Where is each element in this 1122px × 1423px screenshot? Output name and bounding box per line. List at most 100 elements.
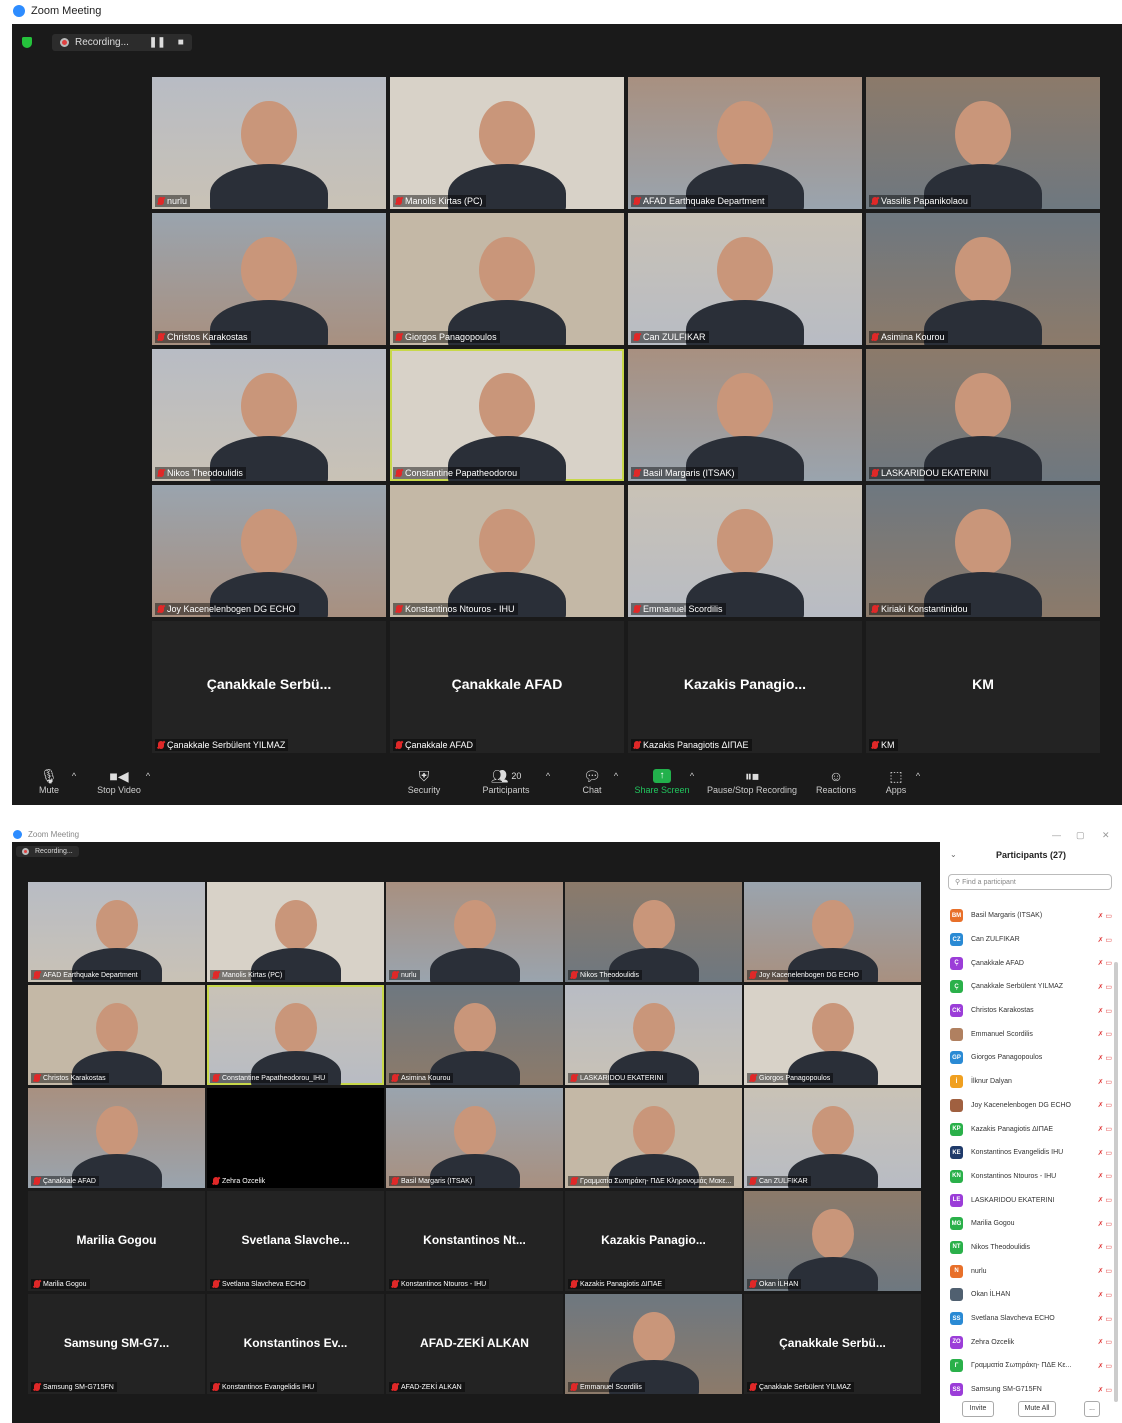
video-tile[interactable]: Nikos Theodoulidis — [152, 349, 386, 481]
video-tile[interactable]: Asimina Kourou — [386, 985, 563, 1085]
security-button[interactable]: ⛨ Security — [404, 767, 444, 796]
more-options-button[interactable]: ... — [1084, 1401, 1100, 1417]
video-tile[interactable]: Kazakis Panagio... Kazakis Panagiotis ΔΙΠ… — [628, 621, 862, 753]
participant-list-item[interactable]: GP Giorgos Panagopoulos ✗ ▭ — [950, 1046, 1112, 1070]
participant-list-item[interactable]: KE Konstantinos Evangelidis IHU ✗ ▭ — [950, 1141, 1112, 1165]
audio-options-chevron-icon[interactable]: ^ — [68, 771, 80, 781]
video-tile[interactable]: Constantine Papatheodorou — [390, 349, 624, 481]
participant-avatar: N — [950, 1264, 963, 1278]
collapse-chevron-icon[interactable]: ⌄ — [950, 850, 957, 859]
participant-list-item[interactable]: CZ Can ZULFIKAR ✗ ▭ — [950, 928, 1112, 952]
participant-list-item[interactable]: Nnurlu ✗ ▭ — [950, 1259, 1112, 1283]
video-tile[interactable]: Svetlana Slavche... Svetlana Slavcheva EC… — [207, 1191, 384, 1291]
participant-list-item[interactable]: CK Christos Karakostas ✗ ▭ — [950, 999, 1112, 1023]
video-tile[interactable]: Konstantinos Ev... Konstantinos Evangelid… — [207, 1294, 384, 1394]
video-tile[interactable]: Christos Karakostas — [28, 985, 205, 1085]
recording-indicator[interactable]: Recording... ❚❚ ■ — [52, 34, 192, 51]
video-tile[interactable]: Çanakkale Serbü... Çanakkale Serbülent YI… — [744, 1294, 921, 1394]
maximize-icon[interactable]: ▢ — [1076, 830, 1085, 841]
video-tile[interactable]: Marilia Gogou Marilia Gogou — [28, 1191, 205, 1291]
video-tile[interactable]: Çanakkale Serbü... Çanakkale Serbülent YI… — [152, 621, 386, 753]
video-tile[interactable]: Zehra Ozcelik — [207, 1088, 384, 1188]
video-tile[interactable]: Konstantinos Ntouros - IHU — [390, 485, 624, 617]
video-tile[interactable]: Constantine Papatheodorou_IHU — [207, 985, 384, 1085]
participant-search-input[interactable]: ⚲ Find a participant — [948, 874, 1112, 890]
video-tile[interactable]: Can ZULFIKAR — [628, 213, 862, 345]
participant-list-name: Γραμματία Σωτηράκη- ΠΔΕ Κε... — [971, 1362, 1072, 1370]
video-tile[interactable]: KM KM — [866, 621, 1100, 753]
participant-video-feed — [811, 1106, 854, 1157]
participant-list-item[interactable]: SS Svetlana Slavcheva ECHO ✗ ▭ — [950, 1307, 1112, 1331]
video-tile[interactable]: AFAD-ZEKİ ALKAN AFAD-ZEKİ ALKAN — [386, 1294, 563, 1394]
video-tile[interactable]: Joy Kacenelenbogen DG ECHO — [152, 485, 386, 617]
video-tile[interactable]: nurlu — [152, 77, 386, 209]
video-tile[interactable]: Basil Margaris (ITSAK) — [386, 1088, 563, 1188]
video-options-chevron-icon[interactable]: ^ — [142, 771, 154, 781]
participant-list-item[interactable]: Ç Çanakkale AFAD ✗ ▭ — [950, 951, 1112, 975]
participant-list-item[interactable]: Γ Γραμματία Σωτηράκη- ΠΔΕ Κε... ✗ ▭ — [950, 1354, 1112, 1378]
video-tile[interactable]: LASKARIDOU EKATERINI — [565, 985, 742, 1085]
participant-list-item[interactable]: LE LASKARIDOU EKATERINI ✗ ▭ — [950, 1188, 1112, 1212]
participant-list-name: Nikos Theodoulidis — [971, 1243, 1031, 1251]
video-tile[interactable]: Christos Karakostas — [152, 213, 386, 345]
video-tile[interactable]: Manolis Kirtas (PC) — [390, 77, 624, 209]
participants-chevron-icon[interactable]: ^ — [542, 771, 554, 781]
video-tile[interactable]: Konstantinos Nt... Konstantinos Ntouros -… — [386, 1191, 563, 1291]
video-tile[interactable]: Okan İLHAN — [744, 1191, 921, 1291]
participant-list-item[interactable]: SS Samsung SM-G715FN ✗ ▭ — [950, 1378, 1112, 1402]
participant-name-label: AFAD Earthquake Department — [631, 195, 768, 207]
participant-list-item[interactable]: NT Nikos Theodoulidis ✗ ▭ — [950, 1236, 1112, 1260]
participant-list-item[interactable]: ZO Zehra Ozcelik ✗ ▭ — [950, 1330, 1112, 1354]
video-tile[interactable]: Manolis Kirtas (PC) — [207, 882, 384, 982]
video-tile[interactable]: Giorgos Panagopoulos — [744, 985, 921, 1085]
video-tile[interactable]: AFAD Earthquake Department — [628, 77, 862, 209]
video-tile[interactable]: Γραμματία Σωτηράκη- ΠΔΕ Κληρονομιάς Μακε… — [565, 1088, 742, 1188]
invite-button[interactable]: Invite — [962, 1401, 994, 1417]
video-tile[interactable]: Joy Kacenelenbogen DG ECHO — [744, 882, 921, 982]
participants-scrollbar[interactable] — [1114, 962, 1118, 1402]
mute-button[interactable]: 🎙︎ Mute — [34, 767, 64, 796]
participant-list-item[interactable]: Ç Çanakkale Serbülent YILMAZ ✗ ▭ — [950, 975, 1112, 999]
participant-display-name: Marilia Gogou — [76, 1233, 157, 1247]
minimize-icon[interactable]: — — [1052, 830, 1061, 840]
video-tile[interactable]: Nikos Theodoulidis — [565, 882, 742, 982]
mute-all-button[interactable]: Mute All — [1018, 1401, 1056, 1417]
participant-list-item[interactable]: Okan İLHAN ✗ ▭ — [950, 1283, 1112, 1307]
video-tile[interactable]: Emmanuel Scordilis — [628, 485, 862, 617]
share-screen-button[interactable]: ↑ Share Screen — [632, 767, 692, 795]
video-tile[interactable]: Basil Margaris (ITSAK) — [628, 349, 862, 481]
video-tile[interactable]: Kiriaki Konstantinidou — [866, 485, 1100, 617]
apps-chevron-icon[interactable]: ^ — [912, 771, 924, 781]
share-chevron-icon[interactable]: ^ — [686, 771, 698, 781]
video-tile[interactable]: Çanakkale AFAD Çanakkale AFAD — [390, 621, 624, 753]
video-tile[interactable]: Vassilis Papanikolaou — [866, 77, 1100, 209]
video-tile[interactable]: Emmanuel Scordilis — [565, 1294, 742, 1394]
participant-list-item[interactable]: MG Marilia Gogou ✗ ▭ — [950, 1212, 1112, 1236]
participants-button[interactable]: 👥︎ 20 Participants — [478, 767, 534, 796]
participant-list-item[interactable]: Emmanuel Scordilis ✗ ▭ — [950, 1022, 1112, 1046]
pause-recording-icon[interactable]: ❚❚ — [149, 37, 166, 48]
stop-recording-icon[interactable]: ■ — [178, 37, 184, 48]
participant-list-item[interactable]: Joy Kacenelenbogen DG ECHO ✗ ▭ — [950, 1094, 1112, 1118]
video-tile[interactable]: LASKARIDOU EKATERINI — [866, 349, 1100, 481]
video-tile[interactable]: Çanakkale AFAD — [28, 1088, 205, 1188]
apps-button[interactable]: ⬚ Apps — [882, 767, 910, 796]
video-tile[interactable]: Giorgos Panagopoulos — [390, 213, 624, 345]
participant-list-item[interactable]: KP Kazakis Panagiotis ΔΙΠΑΕ ✗ ▭ — [950, 1117, 1112, 1141]
video-tile[interactable]: Asimina Kourou — [866, 213, 1100, 345]
pause-stop-recording-button[interactable]: ⏸︎⏹︎ Pause/Stop Recording — [704, 767, 800, 796]
chat-button[interactable]: 💬︎ Chat — [577, 767, 607, 796]
close-icon[interactable]: ✕ — [1102, 830, 1110, 841]
stop-video-button[interactable]: ■◀ Stop Video — [92, 767, 146, 796]
video-tile[interactable]: Samsung SM-G7... Samsung SM-G715FN — [28, 1294, 205, 1394]
video-tile[interactable]: Kazakis Panagio... Kazakis Panagiotis ΔΙΠ… — [565, 1191, 742, 1291]
recording-indicator[interactable]: Recording... — [16, 846, 79, 857]
reactions-button[interactable]: ☺︎ Reactions — [814, 767, 858, 795]
participant-list-item[interactable]: İ İlknur Dalyan ✗ ▭ — [950, 1070, 1112, 1094]
video-tile[interactable]: nurlu — [386, 882, 563, 982]
chat-chevron-icon[interactable]: ^ — [610, 771, 622, 781]
video-tile[interactable]: Can ZULFIKAR — [744, 1088, 921, 1188]
participant-list-item[interactable]: BM Basil Margaris (ITSAK) ✗ ▭ — [950, 904, 1112, 928]
video-tile[interactable]: AFAD Earthquake Department — [28, 882, 205, 982]
participant-list-item[interactable]: KN Konstantinos Ntouros - IHU ✗ ▭ — [950, 1165, 1112, 1189]
